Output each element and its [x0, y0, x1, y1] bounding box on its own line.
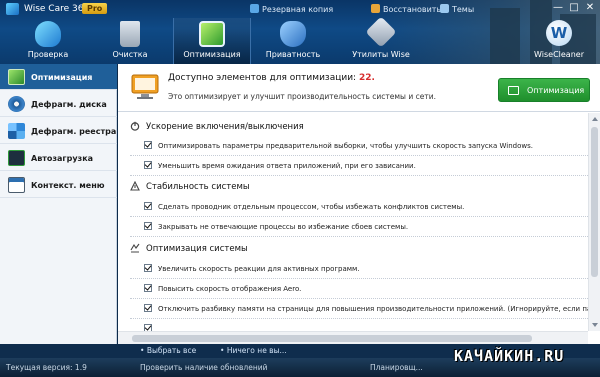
watermark: КАЧАЙКИН.RU [454, 347, 565, 365]
sidebar-item-registry-defrag[interactable]: Дефрагм. реестра [0, 118, 117, 144]
divider [130, 298, 588, 299]
restore-link[interactable]: Восстановить [371, 4, 441, 14]
title-bar: Wise Care 365 Pro Резервная копия Восста… [0, 0, 600, 18]
select-all-link[interactable]: • Выбрать все [140, 346, 196, 355]
divider [130, 318, 588, 319]
section-header-startup: Ускорение включения/выключения [130, 121, 304, 132]
power-icon [130, 121, 140, 131]
privacy-shield-icon [280, 21, 306, 47]
scroll-thumb[interactable] [132, 335, 532, 342]
checkbox[interactable] [144, 264, 152, 272]
horizontal-scrollbar[interactable] [118, 331, 588, 344]
scroll-thumb[interactable] [591, 127, 598, 277]
option-row[interactable]: Уменьшить время ожидания ответа приложен… [144, 161, 416, 170]
wisecleaner-icon: W [546, 20, 572, 46]
check-updates-link[interactable]: Проверить наличие обновлений [140, 363, 268, 372]
options-list: Ускорение включения/выключения Оптимизир… [118, 113, 588, 331]
app-title: Wise Care 365 [24, 4, 90, 14]
nav-clean[interactable]: Очистка [92, 18, 168, 64]
optimize-icon [8, 69, 25, 85]
summary-panel: Доступно элементов для оптимизации: 22. … [118, 64, 600, 112]
nav-check[interactable]: Проверка [10, 18, 86, 64]
maximize-button[interactable]: □ [568, 2, 580, 13]
scheduler-link[interactable]: Планировщ... [370, 363, 423, 372]
summary-description: Это оптимизирует и улучшит производитель… [168, 92, 436, 101]
divider [130, 236, 588, 237]
monitor-icon [508, 86, 519, 95]
nav-tools[interactable]: Утилиты Wise [338, 16, 424, 64]
sidebar: Оптимизация Дефрагм. диска Дефрагм. реес… [0, 64, 117, 344]
divider [130, 175, 588, 176]
restore-icon [371, 4, 380, 13]
minimize-button[interactable]: — [552, 2, 564, 13]
window-controls: — □ ✕ [552, 2, 596, 13]
optimize-button[interactable]: Оптимизация [498, 78, 590, 102]
checkbox[interactable] [144, 304, 152, 312]
checkbox[interactable] [144, 141, 152, 149]
checkbox[interactable] [144, 284, 152, 292]
checkbox[interactable] [144, 161, 152, 169]
sidebar-item-startup[interactable]: Автозагрузка [0, 145, 117, 171]
backup-icon [250, 4, 259, 13]
option-row[interactable]: Увеличить скорость реакции для активных … [144, 264, 360, 273]
checkbox[interactable] [144, 222, 152, 230]
trash-icon [120, 21, 140, 47]
summary-title: Доступно элементов для оптимизации: 22. [168, 73, 375, 83]
monitor-tune-icon [199, 21, 225, 47]
option-row[interactable]: Оптимизировать параметры предварительной… [144, 141, 533, 150]
option-row[interactable] [144, 324, 158, 331]
brand-label: WiseCleaner [534, 50, 584, 59]
version-label: Текущая версия: 1.9 [6, 363, 87, 372]
section-header-system: Оптимизация системы [130, 243, 248, 254]
backup-link[interactable]: Резервная копия [250, 4, 333, 14]
main-panel: Доступно элементов для оптимизации: 22. … [118, 64, 600, 344]
divider [130, 216, 588, 217]
context-menu-icon [8, 177, 25, 193]
startup-icon [8, 150, 25, 166]
nav-optimize[interactable]: Оптимизация [173, 18, 251, 64]
option-row[interactable]: Сделать проводник отдельным процессом, ч… [144, 202, 464, 211]
scroll-up-icon[interactable] [592, 117, 598, 121]
themes-icon [440, 4, 449, 13]
items-count: 22. [358, 73, 375, 83]
option-row[interactable]: Повысить скорость отображения Aero. [144, 284, 301, 293]
tools-icon [365, 16, 397, 48]
disk-defrag-icon [8, 96, 25, 112]
close-button[interactable]: ✕ [584, 2, 596, 13]
divider [130, 278, 588, 279]
section-header-stability: Стабильность системы [130, 181, 250, 192]
scroll-down-icon[interactable] [592, 323, 598, 327]
pro-badge: Pro [82, 3, 108, 14]
divider [130, 155, 588, 156]
themes-link[interactable]: Темы [440, 4, 474, 14]
header: Wise Care 365 Pro Резервная копия Восста… [0, 0, 600, 64]
checkbox[interactable] [144, 202, 152, 210]
select-none-link[interactable]: • Ничего не вы... [220, 346, 287, 355]
system-icon [130, 243, 140, 253]
registry-defrag-icon [8, 123, 25, 139]
monitor-optimize-icon [131, 74, 159, 99]
checkbox[interactable] [144, 324, 152, 331]
vertical-scrollbar[interactable] [588, 113, 600, 331]
app-logo-icon [6, 3, 19, 15]
shield-check-icon [35, 21, 61, 47]
sidebar-item-context-menu[interactable]: Контекст. меню [0, 172, 117, 198]
option-row[interactable]: Закрывать не отвечающие процессы во избе… [144, 222, 408, 231]
sidebar-item-optimize[interactable]: Оптимизация [0, 64, 117, 90]
brand-logo[interactable]: W WiseCleaner [524, 20, 594, 64]
nav-privacy[interactable]: Приватность [255, 18, 331, 64]
option-row[interactable]: Отключить разбивку памяти на страницы дл… [144, 304, 588, 313]
stability-icon [130, 181, 140, 191]
sidebar-item-disk-defrag[interactable]: Дефрагм. диска [0, 91, 117, 117]
